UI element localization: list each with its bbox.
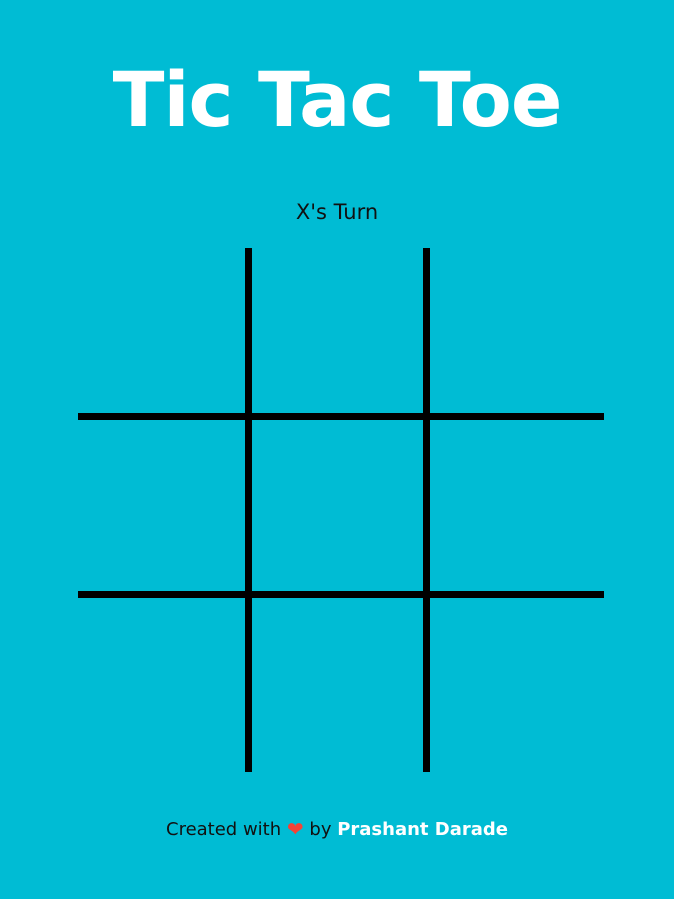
board-cell-4[interactable] <box>78 420 252 598</box>
board-cell-3[interactable] <box>430 248 604 420</box>
board-cell-9[interactable] <box>430 598 604 772</box>
board-cell-8[interactable] <box>252 598 430 772</box>
author-link[interactable]: Prashant Darade <box>337 819 508 840</box>
heart-icon: ❤ <box>286 817 304 841</box>
board-cell-6[interactable] <box>430 420 604 598</box>
footer-prefix: Created with <box>166 819 282 840</box>
board-cell-1[interactable] <box>78 248 252 420</box>
turn-status: X's Turn <box>295 200 379 224</box>
footer-credit: Created with ❤ by Prashant Darade <box>0 816 674 843</box>
game-title: Tic Tac Toe <box>112 55 563 144</box>
board-cell-5[interactable] <box>252 420 430 598</box>
game-board <box>78 248 604 772</box>
board-cell-7[interactable] <box>78 598 252 772</box>
footer-by: by <box>309 819 332 840</box>
board-cell-2[interactable] <box>252 248 430 420</box>
